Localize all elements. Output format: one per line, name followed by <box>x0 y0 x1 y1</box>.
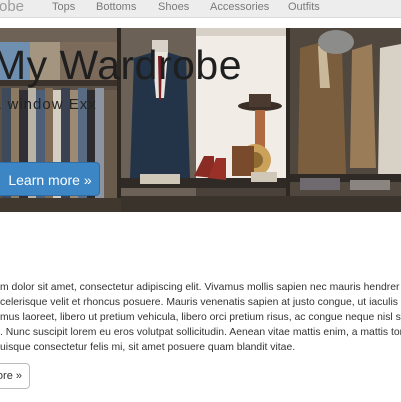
hero-subtitle: ns 1 window Exx <box>0 96 97 113</box>
view-more-button[interactable]: ore » <box>0 363 30 389</box>
paragraph-line: uisque consectetur felis mi, sit amet po… <box>0 342 296 353</box>
learn-more-button[interactable]: Learn more » <box>0 162 100 196</box>
top-navbar: robe Tops Bottoms Shoes Accessories Outf… <box>0 0 401 18</box>
nav-item-bottoms[interactable]: Bottoms <box>96 1 136 13</box>
nav-item-outfits[interactable]: Outfits <box>288 1 320 13</box>
paragraph-line: . Nunc suscipit lorem eu eros volutpat s… <box>0 327 401 338</box>
nav-item-shoes[interactable]: Shoes <box>158 1 189 13</box>
section-paragraph: m dolor sit amet, consectetur adipiscing… <box>0 280 401 355</box>
hero-title: My Wardrobe <box>0 42 243 88</box>
section-heading: s <box>0 244 1 268</box>
paragraph-line: m dolor sit amet, consectetur adipiscing… <box>0 282 400 293</box>
paragraph-line: mus laoreet, libero ut pretium vehicula,… <box>0 312 401 323</box>
hero-banner: My Wardrobe ns 1 window Exx Learn more » <box>0 28 401 212</box>
brand-logo[interactable]: robe <box>0 0 24 15</box>
nav-item-accessories[interactable]: Accessories <box>210 1 269 13</box>
nav-item-tops[interactable]: Tops <box>52 1 75 13</box>
paragraph-line: celerisque velit et rhoncus posuere. Mau… <box>0 297 398 308</box>
